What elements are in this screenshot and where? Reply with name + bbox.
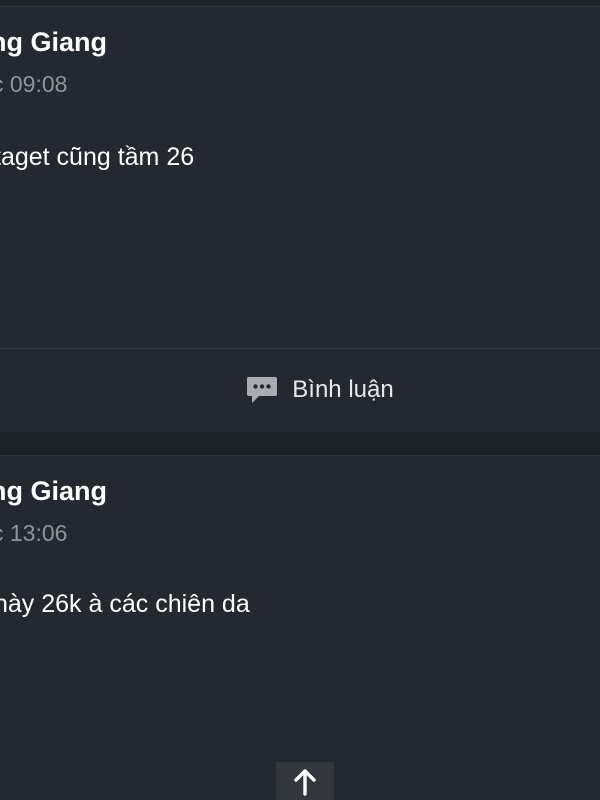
arrow-up-icon	[294, 769, 316, 796]
scroll-to-top-button[interactable]	[276, 762, 334, 800]
comment-button-content: Bình luận	[246, 375, 394, 405]
post-feed: ng Giang c 09:08 taget cũng tầm 26 Bình …	[0, 0, 600, 800]
comment-button-label: Bình luận	[292, 376, 394, 403]
post-header: ng Giang c 13:06	[0, 456, 600, 566]
post-timestamp[interactable]: c 09:08	[0, 71, 67, 98]
comment-button[interactable]: Bình luận	[0, 349, 600, 431]
comment-icon	[247, 377, 278, 403]
post-card: ng Giang c 09:08 taget cũng tầm 26 Bình …	[0, 6, 600, 432]
post-body-text: này 26k à các chiên da	[0, 590, 250, 618]
post-header: ng Giang c 09:08	[0, 7, 600, 117]
post-card: ng Giang c 13:06 này 26k à các chiên da	[0, 455, 600, 800]
post-timestamp[interactable]: c 13:06	[0, 520, 67, 547]
post-author-name[interactable]: ng Giang	[0, 27, 107, 58]
post-author-name[interactable]: ng Giang	[0, 476, 107, 507]
post-body-text: taget cũng tầm 26	[0, 143, 195, 171]
